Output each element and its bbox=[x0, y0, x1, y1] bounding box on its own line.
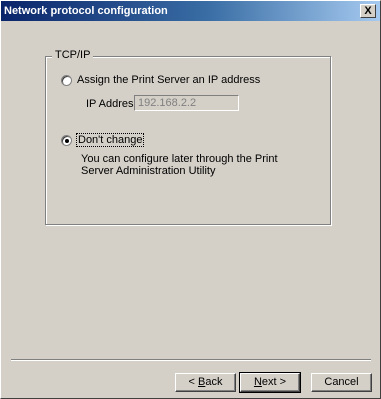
next-rest: ext > bbox=[261, 376, 287, 388]
back-button[interactable]: < Back bbox=[175, 373, 236, 392]
next-button[interactable]: Next > bbox=[239, 372, 301, 393]
dont-change-label[interactable]: Don't change bbox=[75, 133, 145, 147]
assign-ip-option[interactable]: Assign the Print Server an IP address bbox=[61, 74, 260, 86]
close-icon: X bbox=[364, 5, 372, 17]
footer-divider bbox=[11, 359, 371, 361]
ip-address-field[interactable]: 192.168.2.2 bbox=[134, 95, 239, 111]
back-rest: ack bbox=[205, 376, 223, 388]
dont-change-description: You can configure later through the Prin… bbox=[81, 153, 278, 177]
title-bar[interactable]: Network protocol configuration X bbox=[1, 1, 380, 21]
ip-address-label: IP Address bbox=[86, 98, 139, 110]
next-accel: N bbox=[253, 376, 262, 388]
window-title: Network protocol configuration bbox=[4, 5, 168, 17]
assign-ip-label[interactable]: Assign the Print Server an IP address bbox=[77, 74, 260, 86]
assign-ip-radio[interactable] bbox=[61, 74, 72, 86]
cancel-button[interactable]: Cancel bbox=[311, 373, 372, 392]
back-prefix: < bbox=[188, 376, 198, 388]
dialog-window: Network protocol configuration X TCP/IP … bbox=[0, 0, 381, 399]
dont-change-option[interactable]: Don't change bbox=[61, 133, 145, 147]
dont-change-radio[interactable] bbox=[61, 134, 72, 146]
close-button[interactable]: X bbox=[360, 4, 376, 18]
tcpip-group-label: TCP/IP bbox=[52, 49, 94, 61]
